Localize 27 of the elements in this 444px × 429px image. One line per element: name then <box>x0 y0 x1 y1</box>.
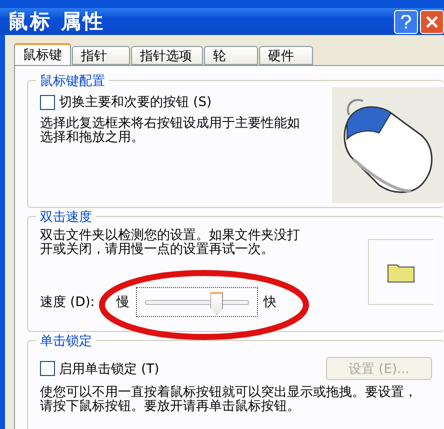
tab[interactable]: 硬件 <box>259 46 313 65</box>
checkbox[interactable] <box>40 94 55 110</box>
help-button[interactable] <box>394 10 418 34</box>
checkbox-label: 切换主要和次要的按钮 (S) <box>59 94 212 111</box>
checkbox-row[interactable]: 切换主要和次要的按钮 (S) <box>40 93 304 111</box>
speed-label: 速度 (D): <box>40 294 95 311</box>
close-button[interactable] <box>420 10 444 34</box>
group-legend: 鼠标键配置 <box>36 72 109 90</box>
description-text: 使您可以不用一直按着鼠标按钮就可以突出显示或拖拽。要设置，请按下鼠标按钮。要放开请再单击鼠标按钮。 <box>40 386 418 414</box>
description-text: 双击文件夹以检测您的设置。如果文件夹没打开或关闭，请用慢一点的设置再试一次。 <box>40 229 301 257</box>
slider-thumb[interactable] <box>210 292 224 315</box>
window-title: 鼠标 属性 <box>8 8 105 35</box>
close-icon <box>426 16 438 28</box>
checkbox[interactable] <box>40 361 55 376</box>
group-legend: 单击锁定 <box>36 332 96 350</box>
group-legend: 双击速度 <box>36 208 96 226</box>
tab[interactable]: 指针 <box>72 46 130 65</box>
slow-label: 慢 <box>116 294 130 311</box>
tab[interactable]: 轮 <box>204 46 258 65</box>
fast-label: 快 <box>264 294 277 311</box>
speed-slider[interactable] <box>136 287 258 317</box>
tab[interactable]: 鼠标键 <box>14 43 71 65</box>
tab[interactable]: 指针选项 <box>131 46 203 65</box>
checkbox-row[interactable]: 启用单击锁定 (T) <box>40 360 160 378</box>
question-mark-icon <box>401 14 411 28</box>
checkbox-label: 启用单击锁定 (T) <box>59 360 160 378</box>
description-text: 选择此复选框来将右按钮设成用于主要性能如选择和拖放之用。 <box>40 117 301 145</box>
